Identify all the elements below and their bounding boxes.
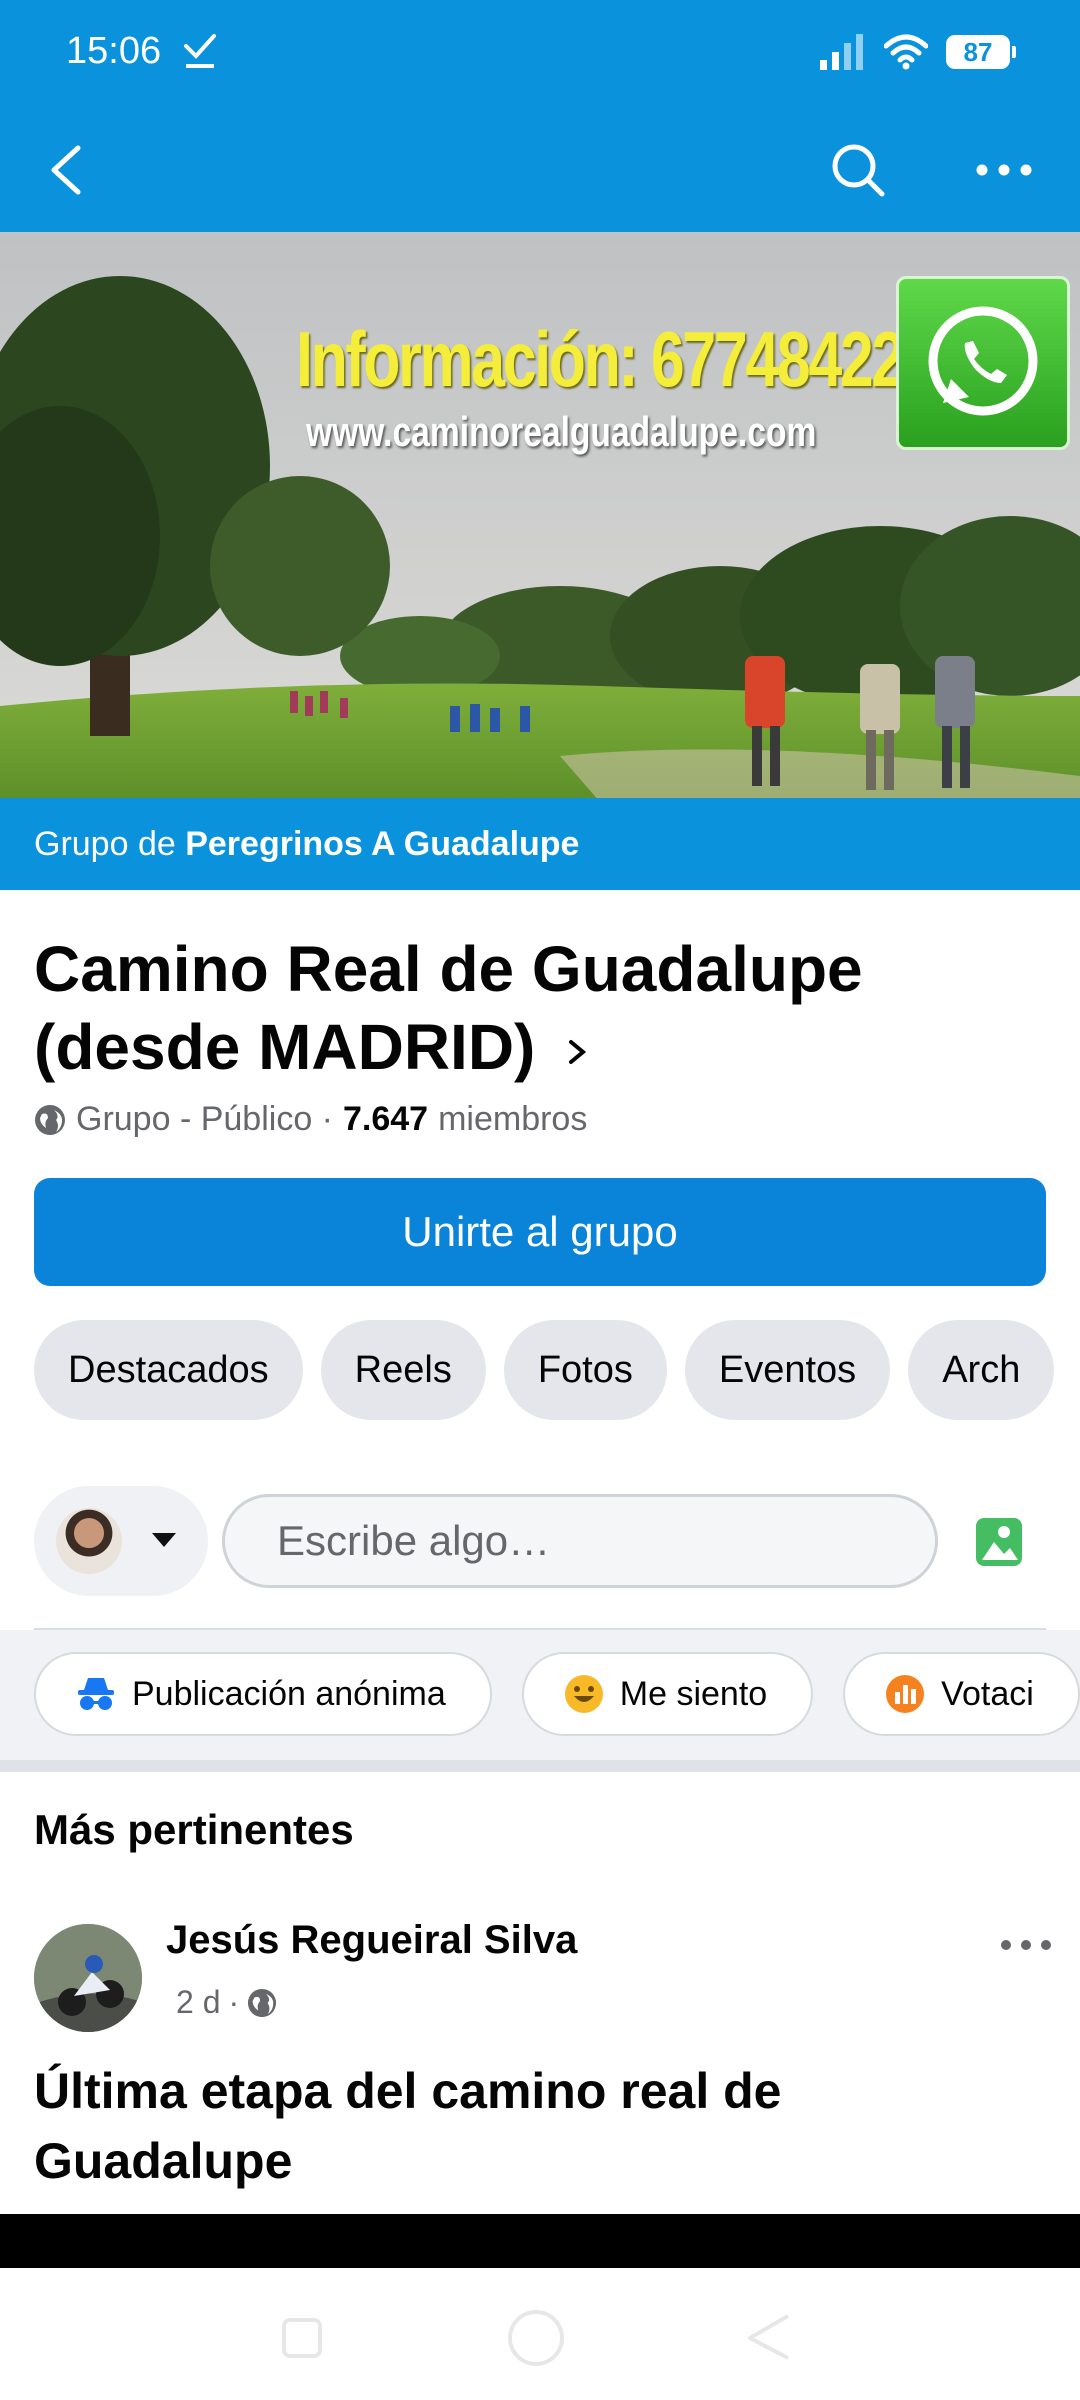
- feed-section-title: Más pertinentes: [34, 1806, 354, 1853]
- post-more-icon[interactable]: [998, 1930, 1054, 1960]
- poll-icon: [886, 1675, 925, 1713]
- photo-icon[interactable]: [974, 1516, 1024, 1568]
- post-meta: 2 d ·: [176, 1984, 277, 2021]
- cover-info-text: Información: 677484227: [296, 315, 937, 403]
- group-tabs: Destacados Reels Fotos Eventos Arch: [34, 1320, 1080, 1420]
- cover-url-text: www.caminorealguadalupe.com: [306, 408, 817, 455]
- post-time[interactable]: 2 d: [176, 1984, 220, 2021]
- post-meta-separator: ·: [228, 1984, 240, 2020]
- poll-button[interactable]: Votaci: [843, 1652, 1080, 1736]
- home-icon[interactable]: [508, 2310, 564, 2366]
- post-author-avatar[interactable]: [34, 1924, 142, 2032]
- avatar: [56, 1508, 122, 1574]
- caret-down-icon: [152, 1533, 176, 1547]
- group-owner-strip[interactable]: Grupo de Peregrinos A Guadalupe: [0, 798, 1080, 890]
- status-time: 15:06: [66, 30, 162, 72]
- feeling-label: Me siento: [619, 1674, 768, 1713]
- tab-fotos[interactable]: Fotos: [503, 1320, 667, 1420]
- globe-icon: [248, 1988, 277, 2017]
- status-icons: 87: [820, 30, 1016, 74]
- group-meta: Grupo - Público · 7.647 miembros: [34, 1100, 587, 1139]
- top-bar: 15:06 87: [0, 0, 1080, 232]
- tab-eventos[interactable]: Eventos: [684, 1320, 891, 1420]
- check-icon: [184, 34, 216, 68]
- whatsapp-icon: [896, 276, 1070, 450]
- group-strip-prefix: Grupo de: [34, 825, 186, 863]
- group-title[interactable]: Camino Real de Guadalupe (desde MADRID): [34, 930, 1064, 1086]
- search-icon[interactable]: [830, 142, 886, 198]
- section-separator: [0, 1760, 1080, 1772]
- smiley-icon: [564, 1675, 603, 1713]
- post-composer: Escribe algo…: [34, 1486, 1046, 1596]
- poll-label: Votaci: [941, 1674, 1034, 1713]
- anonymous-post-label: Publicación anónima: [132, 1674, 446, 1713]
- nav-back-icon[interactable]: [744, 2312, 794, 2362]
- anonymous-post-button[interactable]: Publicación anónima: [34, 1652, 492, 1736]
- tab-destacados[interactable]: Destacados: [34, 1320, 303, 1420]
- back-arrow-icon[interactable]: [44, 142, 88, 198]
- join-group-button[interactable]: Unirte al grupo: [34, 1178, 1046, 1286]
- wifi-icon: [884, 34, 928, 70]
- incognito-icon: [78, 1678, 114, 1710]
- signal-icon: [820, 34, 863, 70]
- bottom-band: [0, 2214, 1080, 2268]
- group-title-text: Camino Real de Guadalupe (desde MADRID): [34, 933, 863, 1083]
- tab-archivos[interactable]: Arch: [908, 1320, 1055, 1420]
- group-privacy: Grupo - Público ·: [76, 1100, 333, 1138]
- chevron-right-icon: [569, 1040, 587, 1065]
- recent-apps-icon[interactable]: [282, 2318, 322, 2358]
- tab-reels[interactable]: Reels: [320, 1320, 486, 1420]
- feeling-button[interactable]: Me siento: [521, 1652, 814, 1736]
- more-icon[interactable]: [974, 150, 1034, 190]
- members-label: miembros: [438, 1100, 588, 1138]
- post-title[interactable]: Última etapa del camino real de Guadalup…: [34, 2056, 1034, 2196]
- write-something-input[interactable]: Escribe algo…: [222, 1494, 938, 1588]
- cover-photo[interactable]: Información: 677484227 www.caminorealgua…: [0, 232, 1080, 798]
- globe-icon: [35, 1104, 65, 1135]
- profile-switcher[interactable]: [34, 1486, 208, 1596]
- post-type-row: Publicación anónima Me siento Votaci: [0, 1630, 1080, 1764]
- group-strip-name[interactable]: Peregrinos A Guadalupe: [185, 825, 579, 863]
- member-count: 7.647: [343, 1100, 429, 1138]
- post-author-name[interactable]: Jesús Regueiral Silva: [166, 1918, 577, 1963]
- battery-icon: 87: [946, 35, 1016, 69]
